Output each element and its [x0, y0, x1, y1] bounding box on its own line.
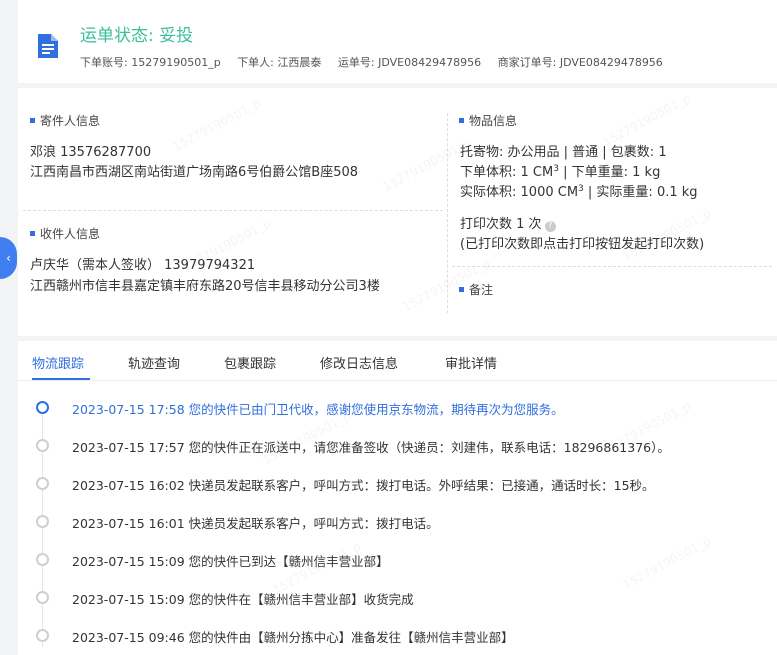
- tab-trajectory-query[interactable]: 轨迹查询: [128, 353, 180, 372]
- timeline-dot-icon: [36, 629, 49, 642]
- merchant-order-number: JDVE08429478956: [559, 56, 663, 69]
- timeline-dot-icon: [36, 439, 49, 452]
- timeline-dot-icon: [36, 515, 49, 528]
- remark-section-title: 备注: [459, 281, 493, 298]
- collapse-sidebar-button[interactable]: ‹: [0, 237, 17, 279]
- active-tab-indicator: [32, 378, 90, 380]
- column-divider: [447, 113, 448, 313]
- timeline-text: 2023-07-15 09:46 您的快件由【赣州分拣中心】准备发往【赣州信丰营…: [72, 630, 514, 645]
- tab-approval-details[interactable]: 审批详情: [445, 353, 497, 372]
- receiver-name-phone: 卢庆华（需本人签收） 13979794321: [30, 258, 256, 273]
- section-divider: [23, 210, 443, 211]
- timeline-item: 2023-07-15 15:09 您的快件在【赣州信丰营业部】收货完成: [18, 587, 777, 607]
- order-account-value: 15279190501_p: [131, 56, 221, 69]
- sender-name-phone: 邓浪 13576287700: [30, 145, 152, 160]
- timeline-dot-icon: [36, 477, 49, 490]
- help-icon[interactable]: ?: [544, 221, 556, 232]
- timeline-item: 2023-07-15 16:01 快递员发起联系客户，呼叫方式：拨打电话。: [18, 511, 777, 531]
- timeline-item: 2023-07-15 17:57 您的快件正在派送中，请您准备签收（快递员：刘建…: [18, 435, 777, 455]
- timeline-item: 2023-07-15 17:58 您的快件已由门卫代收，感谢您使用京东物流，期待…: [18, 397, 777, 417]
- timeline-text: 2023-07-15 15:09 您的快件已到达【赣州信丰营业部】: [72, 554, 389, 569]
- timeline-dot-icon: [36, 553, 49, 566]
- sender-address: 江西南昌市西湖区南站街道广场南路6号伯爵公馆B座508: [30, 165, 359, 180]
- tab-logistics-tracking[interactable]: 物流跟踪: [32, 353, 84, 372]
- sender-section-title: 寄件人信息: [30, 112, 100, 129]
- receiver-section-title: 收件人信息: [30, 225, 100, 242]
- section-divider: [452, 266, 772, 267]
- timeline-text: 2023-07-15 15:09 您的快件在【赣州信丰营业部】收货完成: [72, 592, 414, 607]
- timeline-text: 2023-07-15 17:57 您的快件正在派送中，请您准备签收（快递员：刘建…: [72, 440, 670, 455]
- section-marker-icon: [459, 118, 464, 123]
- goods-order-volume: 下单体积: 1 CM3 | 下单重量: 1 kg: [460, 164, 661, 180]
- timeline-dot-icon: [36, 401, 49, 414]
- tracking-panel: 物流跟踪 轨迹查询 包裹跟踪 修改日志信息 审批详情 15279190501_p…: [18, 341, 777, 655]
- tab-change-log[interactable]: 修改日志信息: [320, 353, 398, 372]
- print-count: 打印次数 1 次?: [460, 213, 556, 232]
- timeline-item: 2023-07-15 15:09 您的快件已到达【赣州信丰营业部】: [18, 549, 777, 569]
- document-icon: [38, 34, 58, 58]
- section-marker-icon: [30, 231, 35, 236]
- merchant-order-label: 商家订单号:: [497, 56, 557, 69]
- goods-section-title: 物品信息: [459, 112, 517, 129]
- waybill-label: 运单号:: [337, 56, 375, 69]
- section-marker-icon: [459, 287, 464, 292]
- timeline-text: 2023-07-15 17:58 您的快件已由门卫代收，感谢您使用京东物流，期待…: [72, 402, 564, 417]
- timeline-dot-icon: [36, 591, 49, 604]
- timeline-item: 2023-07-15 09:46 您的快件由【赣州分拣中心】准备发往【赣州信丰营…: [18, 625, 777, 645]
- goods-actual-volume: 实际体积: 1000 CM3 | 实际重量: 0.1 kg: [460, 184, 698, 200]
- section-marker-icon: [30, 118, 35, 123]
- watermark: 15279190501_p: [170, 96, 263, 154]
- timeline-item: 2023-07-15 16:02 快递员发起联系客户，呼叫方式：拨打电话。外呼结…: [18, 473, 777, 493]
- tracking-tabs: 物流跟踪 轨迹查询 包裹跟踪 修改日志信息 审批详情: [18, 341, 777, 381]
- goods-line-1: 托寄物: 办公用品 | 普通 | 包裹数: 1: [460, 145, 667, 160]
- info-panel: 15279190501_p 15279190501_p 15279190501_…: [18, 88, 777, 336]
- order-account-label: 下单账号:: [80, 56, 128, 69]
- waybill-meta: 下单账号: 15279190501_p 下单人: 江西晨泰 运单号: JDVE0…: [80, 54, 676, 70]
- tab-package-tracking[interactable]: 包裹跟踪: [224, 353, 276, 372]
- print-count-note: (已打印次数即点击打印按钮发起打印次数): [460, 237, 705, 252]
- orderer-label: 下单人:: [237, 56, 274, 69]
- orderer-value: 江西晨泰: [277, 56, 322, 69]
- receiver-address: 江西赣州市信丰县嘉定镇丰府东路20号信丰县移动分公司3楼: [30, 279, 380, 294]
- waybill-header: 运单状态: 妥投 下单账号: 15279190501_p 下单人: 江西晨泰 运…: [18, 0, 777, 83]
- waybill-status-title: 运单状态: 妥投: [80, 26, 194, 46]
- timeline-text: 2023-07-15 16:02 快递员发起联系客户，呼叫方式：拨打电话。外呼结…: [72, 478, 655, 493]
- waybill-number: JDVE08429478956: [378, 56, 482, 69]
- timeline-text: 2023-07-15 16:01 快递员发起联系客户，呼叫方式：拨打电话。: [72, 516, 439, 531]
